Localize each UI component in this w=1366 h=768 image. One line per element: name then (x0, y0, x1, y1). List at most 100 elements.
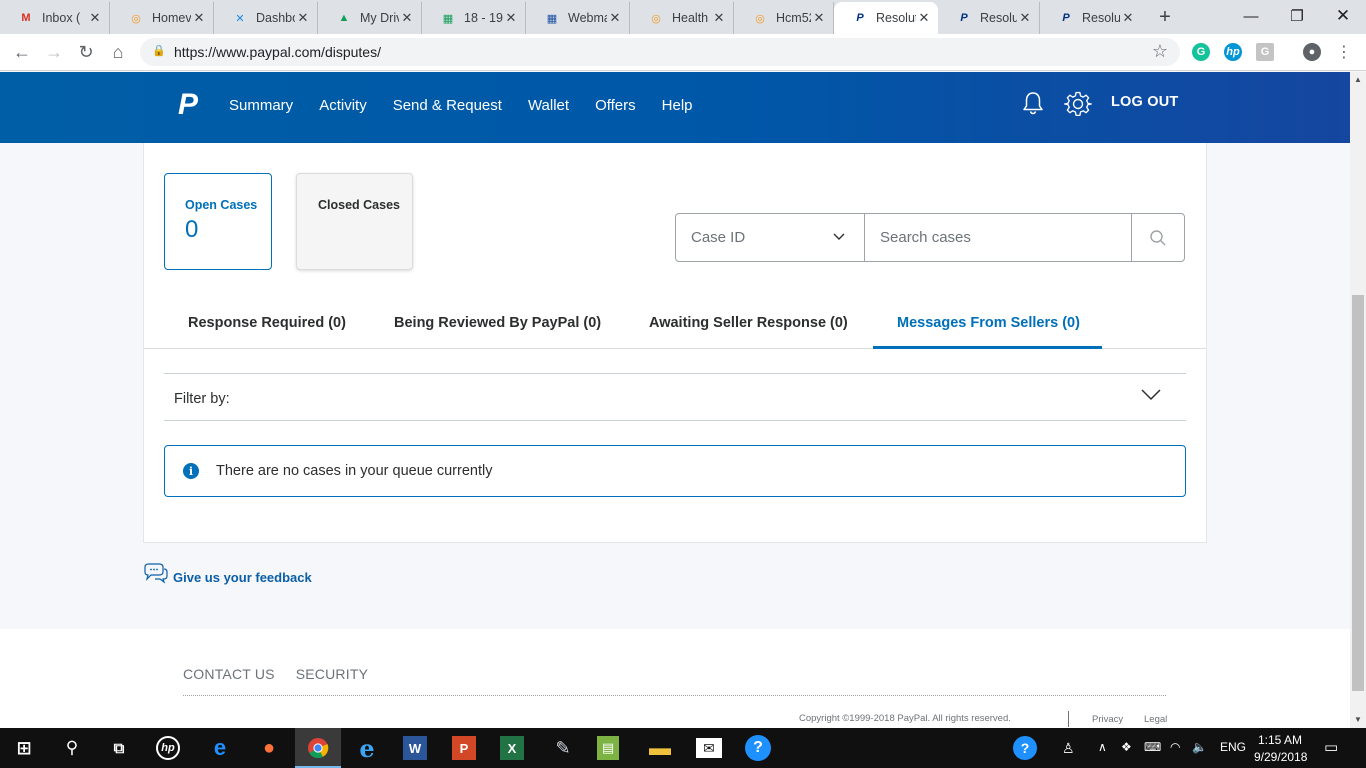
chart-app-icon[interactable]: ▤ (597, 736, 619, 760)
windows-start-icon[interactable]: ⊞ (10, 734, 38, 762)
profile-avatar-icon[interactable]: ● (1303, 43, 1321, 61)
home-icon[interactable]: ⌂ (105, 39, 131, 65)
new-tab-icon[interactable]: + (1154, 6, 1176, 28)
help-tray-icon[interactable]: ? (1013, 736, 1037, 760)
nav-wallet[interactable]: Wallet (528, 97, 569, 114)
browser-tab-title: Resolut (876, 11, 916, 25)
scrollbar-thumb[interactable] (1352, 295, 1364, 691)
task-view-icon[interactable]: ⧉ (105, 734, 133, 762)
search-type-value: Case ID (691, 229, 746, 246)
tab-messages-from-sellers[interactable]: Messages From Sellers (0) (873, 303, 1102, 349)
wifi-icon[interactable]: ◠ (1170, 740, 1180, 754)
feedback-link[interactable]: Give us your feedback (142, 563, 312, 585)
language-indicator[interactable]: ENG (1220, 740, 1246, 754)
close-tab-icon[interactable]: ✕ (711, 10, 727, 26)
search-type-select[interactable]: Case ID (676, 214, 865, 261)
nav-send-request[interactable]: Send & Request (393, 97, 502, 114)
close-tab-icon[interactable]: ✕ (295, 10, 311, 26)
bell-icon[interactable] (1020, 90, 1046, 116)
edge-browser-icon[interactable]: e (206, 734, 234, 762)
reload-icon[interactable]: ↻ (73, 39, 99, 65)
browser-tab[interactable]: ◎ Hcm52 ✕ (734, 2, 834, 34)
close-tab-icon[interactable]: ✕ (607, 10, 623, 26)
security-link[interactable]: SECURITY (296, 666, 368, 682)
browser-tab-title: Inbox ( (42, 11, 81, 25)
tab-awaiting-seller-response[interactable]: Awaiting Seller Response (0) (649, 303, 848, 349)
chevron-up-icon[interactable]: ∧ (1098, 740, 1107, 754)
clock-date[interactable]: 9/29/2018 (1254, 750, 1307, 764)
close-tab-icon[interactable]: ✕ (916, 10, 932, 26)
search-icon (1150, 229, 1166, 245)
search-input[interactable] (865, 214, 1132, 261)
open-cases-tile[interactable]: Open Cases 0 (164, 173, 272, 270)
back-icon[interactable]: ← (9, 39, 35, 65)
clock-time[interactable]: 1:15 AM (1258, 733, 1302, 747)
search-icon[interactable]: ⚲ (58, 734, 86, 762)
restore-icon[interactable]: ❐ (1274, 0, 1320, 32)
logout-link[interactable]: LOG OUT (1111, 94, 1178, 110)
browser-menu-icon[interactable]: ⋮ (1331, 39, 1357, 65)
help-app-icon[interactable]: ? (745, 735, 771, 761)
notifications-icon[interactable]: ▭ (1324, 738, 1338, 756)
mail-icon[interactable]: ✉ (696, 738, 722, 758)
closed-cases-tile[interactable]: Closed Cases (296, 173, 413, 270)
chrome-icon[interactable] (304, 734, 332, 762)
firefox-icon[interactable]: ● (255, 734, 283, 762)
scroll-up-icon[interactable]: ▲ (1350, 72, 1366, 86)
word-icon[interactable]: W (403, 736, 427, 760)
paypal-logo[interactable]: P (178, 90, 204, 120)
browser-tab[interactable]: ▦ Webma ✕ (526, 2, 630, 34)
close-tab-icon[interactable]: ✕ (1120, 10, 1136, 26)
browser-tab[interactable]: ◎ Health ✕ (630, 2, 734, 34)
forward-icon[interactable]: → (41, 39, 67, 65)
browser-tab[interactable]: M Inbox ( ✕ (0, 2, 110, 34)
hp-app-icon[interactable]: hp (156, 736, 180, 760)
close-tab-icon[interactable]: ✕ (399, 10, 415, 26)
browser-tab[interactable]: ✕ Dashbo ✕ (214, 2, 318, 34)
gray-extension-icon[interactable]: G (1256, 43, 1274, 61)
scroll-down-icon[interactable]: ▼ (1350, 712, 1366, 726)
paint-app-icon[interactable]: ✎ (549, 734, 577, 762)
page-footer: CONTACT US SECURITY Copyright ©1999-2018… (0, 629, 1350, 728)
filter-bar[interactable]: Filter by: (164, 373, 1186, 421)
legal-link[interactable]: Legal (1144, 714, 1167, 725)
nav-offers[interactable]: Offers (595, 97, 636, 114)
close-tab-icon[interactable]: ✕ (811, 10, 827, 26)
contact-us-link[interactable]: CONTACT US (183, 666, 275, 682)
url-text[interactable]: https://www.paypal.com/disputes/ (174, 44, 381, 60)
feedback-text[interactable]: Give us your feedback (173, 570, 312, 585)
minimize-icon[interactable]: — (1228, 0, 1274, 32)
file-explorer-icon[interactable]: ▬ (646, 734, 674, 762)
browser-tab[interactable]: ◎ Homev ✕ (110, 2, 214, 34)
tab-response-required[interactable]: Response Required (0) (188, 303, 346, 349)
hp-extension-icon[interactable]: hp (1224, 43, 1242, 61)
bookmark-star-icon[interactable]: ☆ (1152, 41, 1168, 62)
internet-explorer-icon[interactable]: e (353, 734, 381, 763)
close-tab-icon[interactable]: ✕ (87, 10, 103, 26)
input-method-icon[interactable]: ⌨ (1144, 740, 1161, 754)
browser-tab[interactable]: ▦ 18 - 19 ✕ (422, 2, 526, 34)
search-button[interactable] (1132, 214, 1184, 261)
grammarly-extension-icon[interactable]: G (1192, 43, 1210, 61)
browser-tab-active[interactable]: P Resolut ✕ (834, 2, 938, 34)
browser-tab[interactable]: P Resolut ✕ (938, 2, 1040, 34)
people-icon[interactable]: ♙ (1062, 740, 1075, 757)
nav-help[interactable]: Help (662, 97, 693, 114)
tab-being-reviewed[interactable]: Being Reviewed By PayPal (0) (394, 303, 601, 349)
close-tab-icon[interactable]: ✕ (503, 10, 519, 26)
close-window-icon[interactable]: ✕ (1320, 0, 1366, 32)
nav-summary[interactable]: Summary (229, 97, 293, 114)
address-bar[interactable]: 🔒 https://www.paypal.com/disputes/ ☆ (140, 38, 1180, 66)
browser-tab[interactable]: P Resolut ✕ (1040, 2, 1142, 34)
gear-icon[interactable] (1064, 90, 1092, 118)
powerpoint-icon[interactable]: P (452, 736, 476, 760)
excel-icon[interactable]: X (500, 736, 524, 760)
privacy-link[interactable]: Privacy (1092, 714, 1123, 725)
nav-activity[interactable]: Activity (319, 97, 367, 114)
speaker-icon[interactable]: 🔈 (1192, 740, 1207, 754)
dropbox-icon[interactable]: ❖ (1121, 740, 1132, 754)
close-tab-icon[interactable]: ✕ (1017, 10, 1033, 26)
chevron-down-icon[interactable] (1141, 389, 1161, 401)
browser-tab[interactable]: ▲ My Driv ✕ (318, 2, 422, 34)
close-tab-icon[interactable]: ✕ (191, 10, 207, 26)
